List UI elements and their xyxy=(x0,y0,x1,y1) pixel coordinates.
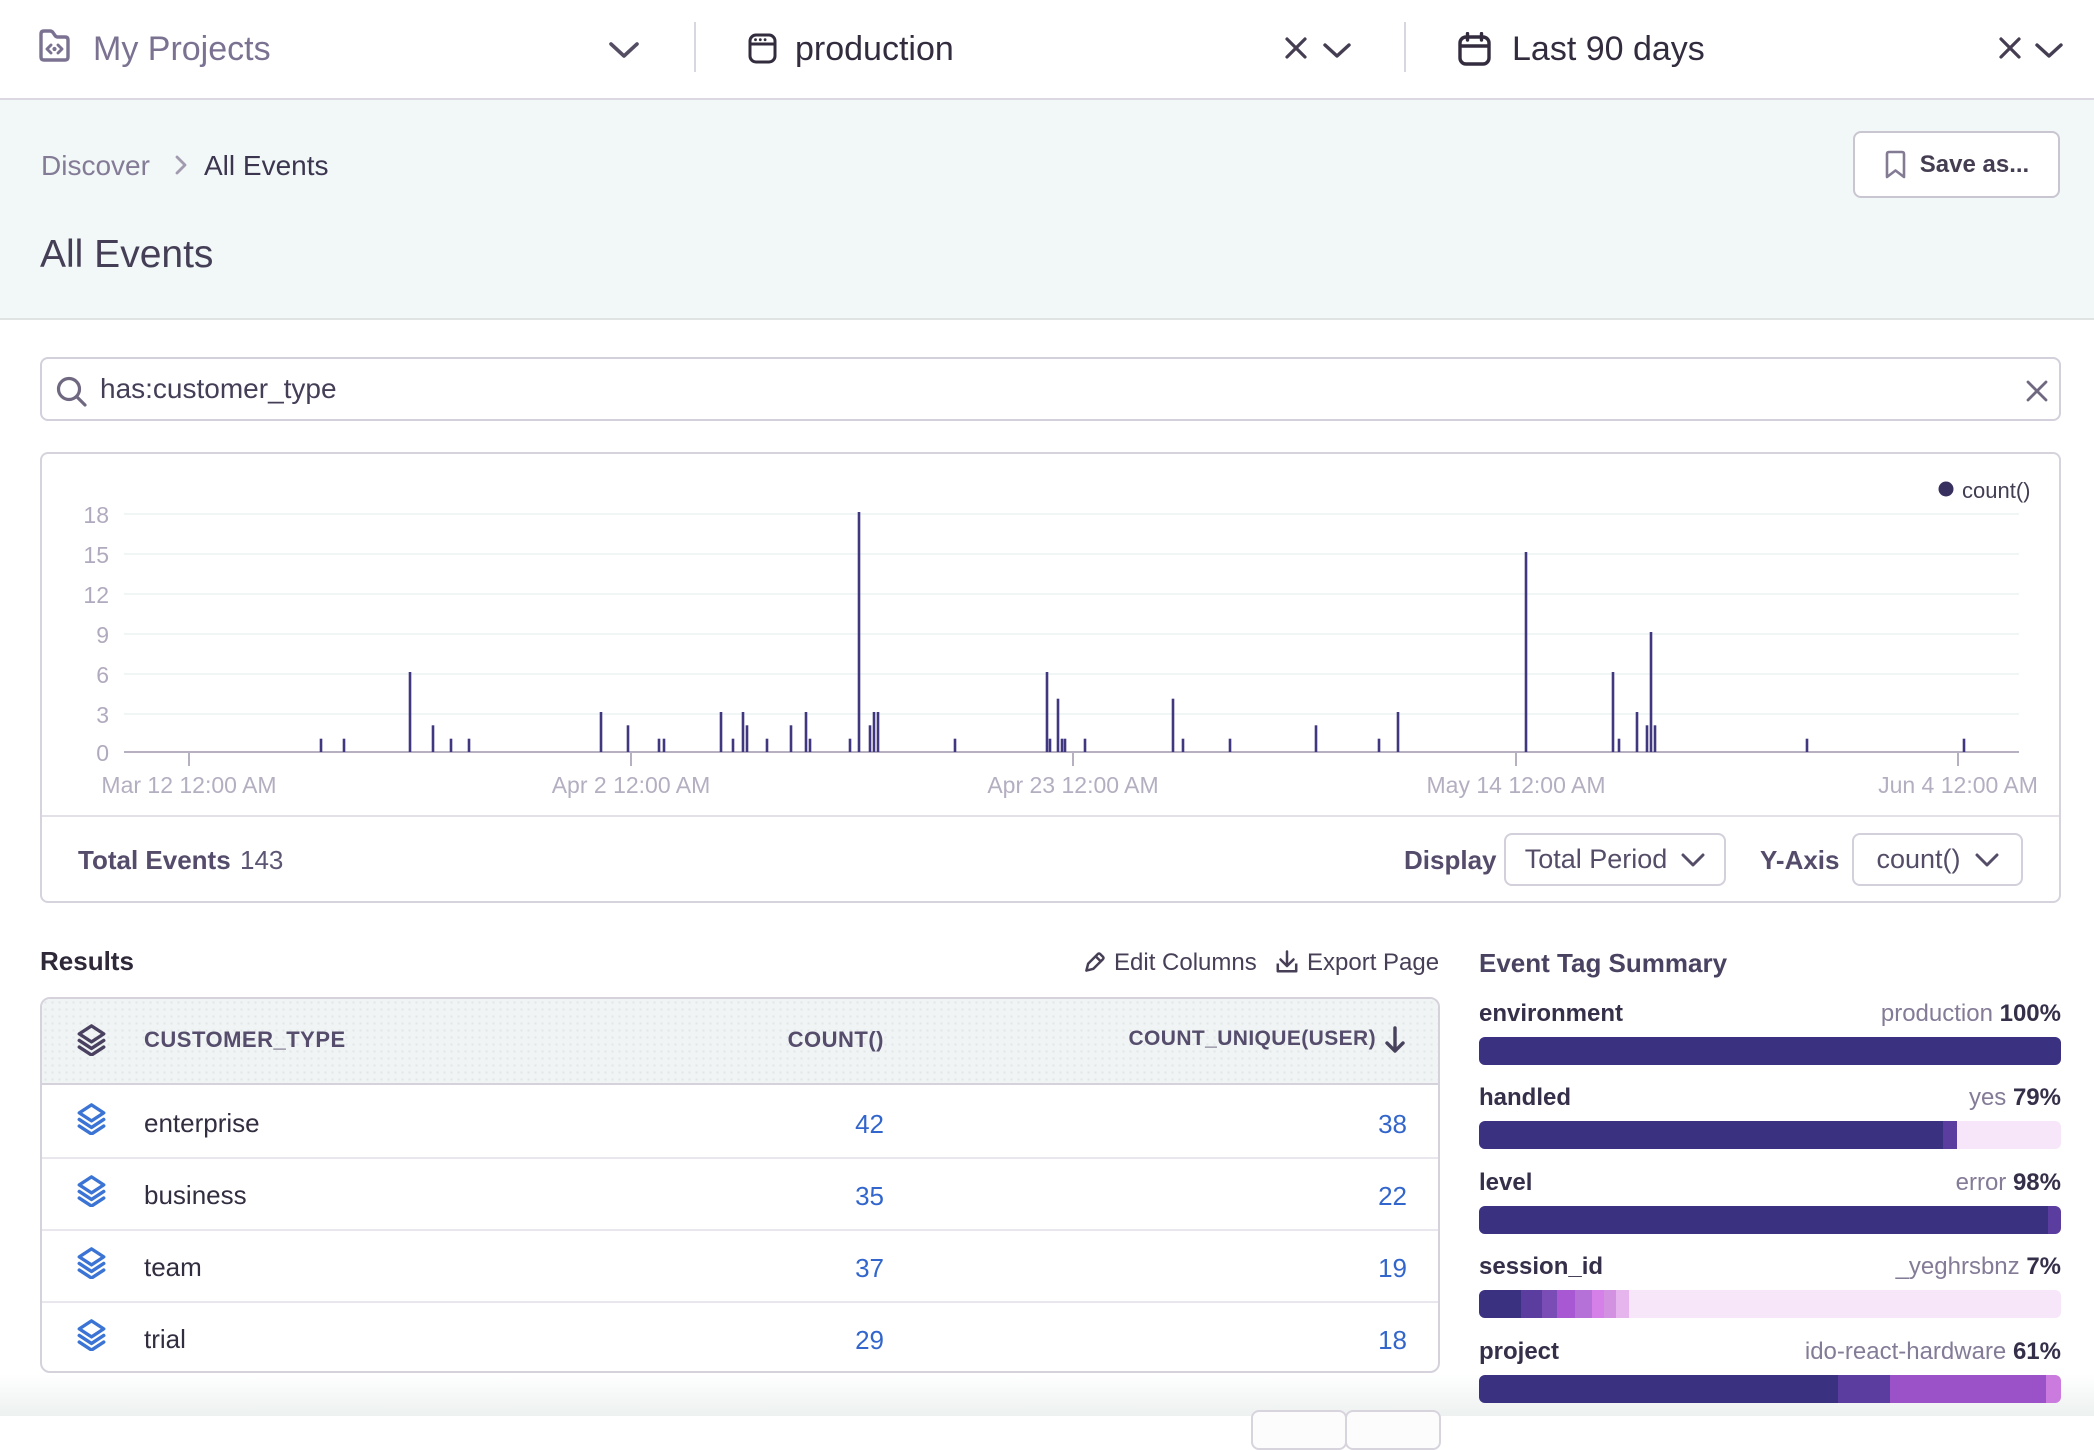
svg-text:3: 3 xyxy=(96,702,109,728)
svg-text:Apr 23 12:00 AM: Apr 23 12:00 AM xyxy=(987,772,1158,798)
svg-text:Apr 2 12:00 AM: Apr 2 12:00 AM xyxy=(552,772,711,798)
svg-text:9: 9 xyxy=(96,622,109,648)
svg-text:15: 15 xyxy=(83,542,109,568)
svg-text:May 14 12:00 AM: May 14 12:00 AM xyxy=(1427,772,1606,798)
svg-text:Jun 4 12:00 AM: Jun 4 12:00 AM xyxy=(1878,772,2038,798)
svg-text:18: 18 xyxy=(83,502,109,528)
svg-text:Mar 12 12:00 AM: Mar 12 12:00 AM xyxy=(101,772,276,798)
svg-text:count(): count() xyxy=(1962,478,2030,503)
svg-text:0: 0 xyxy=(96,740,109,766)
svg-text:12: 12 xyxy=(83,582,109,608)
svg-text:6: 6 xyxy=(96,662,109,688)
